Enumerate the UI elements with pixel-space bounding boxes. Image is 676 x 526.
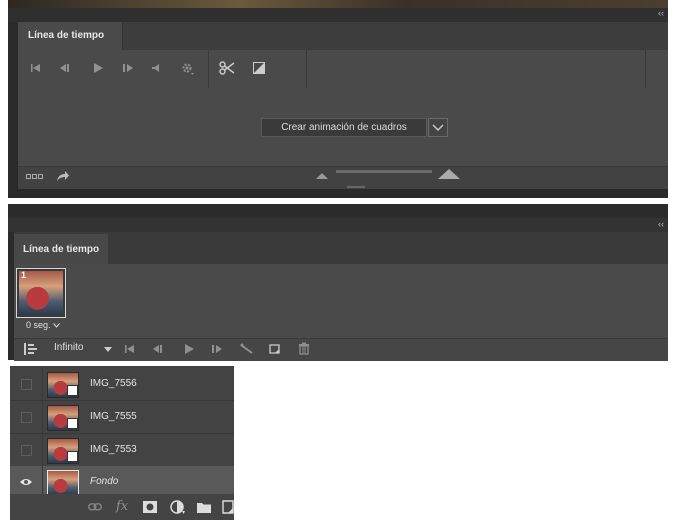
tab-label: Línea de tiempo xyxy=(23,244,100,255)
tween-icon[interactable] xyxy=(240,343,254,355)
visibility-toggle[interactable] xyxy=(10,401,43,433)
adjustment-icon[interactable] xyxy=(170,500,185,515)
tab-strip xyxy=(14,232,668,264)
first-frame-icon[interactable] xyxy=(124,344,136,354)
create-animation-dropdown[interactable] xyxy=(428,118,448,137)
prev-frame-icon[interactable] xyxy=(152,344,164,354)
trash-icon[interactable] xyxy=(298,342,310,355)
folder-icon[interactable] xyxy=(197,501,211,513)
timeline-panel-frames: ‹‹ Línea de tiempo 1 0 seg. Infinito xyxy=(8,204,668,361)
timeline-panel-empty: ‹‹ Línea de tiempo Crear animación de cu… xyxy=(8,0,668,198)
frame-number: 1 xyxy=(21,270,27,280)
frames-area xyxy=(14,264,668,338)
fx-icon[interactable]: fx xyxy=(116,499,128,514)
play-icon[interactable] xyxy=(92,62,104,74)
zoom-out-icon[interactable] xyxy=(316,173,328,180)
toolbar-divider xyxy=(306,50,307,88)
tab-timeline[interactable]: Línea de tiempo xyxy=(14,234,108,264)
prev-frame-icon[interactable] xyxy=(59,63,71,73)
transition-icon[interactable] xyxy=(253,62,265,74)
smart-object-icon xyxy=(67,385,78,396)
visibility-toggle[interactable] xyxy=(10,368,43,400)
play-icon[interactable] xyxy=(183,343,195,355)
zoom-slider[interactable] xyxy=(336,170,432,173)
settings-icon[interactable] xyxy=(181,62,195,76)
collapse-panel-button[interactable]: ‹‹ xyxy=(658,219,664,229)
toolbar-divider xyxy=(208,50,209,88)
layer-thumbnail xyxy=(47,470,79,496)
frame-options-icon[interactable] xyxy=(24,343,38,355)
collapse-panel-button[interactable]: ‹‹ xyxy=(658,8,664,18)
timeline-toolbar xyxy=(18,50,668,89)
scissors-icon[interactable] xyxy=(219,61,235,75)
frame-delay-select[interactable]: 0 seg. xyxy=(26,320,60,330)
scroll-grip xyxy=(347,186,365,188)
toolbar-divider xyxy=(645,50,646,88)
layer-row[interactable]: IMG_7556 xyxy=(10,368,234,401)
first-frame-icon[interactable] xyxy=(30,63,42,73)
layer-row[interactable]: IMG_7553 xyxy=(10,434,234,467)
layer-name[interactable]: IMG_7553 xyxy=(90,444,137,455)
link-icon[interactable] xyxy=(88,503,102,511)
eye-icon[interactable] xyxy=(19,477,33,487)
tab-label: Línea de tiempo xyxy=(28,30,105,41)
convert-icon[interactable] xyxy=(26,173,44,181)
next-frame-icon[interactable] xyxy=(211,344,223,354)
next-frame-icon[interactable] xyxy=(122,63,134,73)
layer-name[interactable]: IMG_7555 xyxy=(90,411,137,422)
smart-object-icon xyxy=(67,451,78,462)
create-frame-animation-button[interactable]: Crear animación de cuadros xyxy=(261,118,427,137)
panel-top-bar: ‹‹ xyxy=(8,218,668,232)
smart-object-icon xyxy=(67,418,78,429)
layer-name[interactable]: Fondo xyxy=(90,476,118,487)
tab-timeline[interactable]: Línea de tiempo xyxy=(18,22,123,50)
mask-icon[interactable] xyxy=(143,501,157,513)
frames-footer xyxy=(14,338,668,361)
layer-name[interactable]: IMG_7556 xyxy=(90,378,137,389)
layer-row[interactable]: IMG_7555 xyxy=(10,401,234,434)
visibility-toggle[interactable] xyxy=(10,434,43,466)
duplicate-frame-icon[interactable] xyxy=(269,343,281,355)
zoom-in-icon[interactable] xyxy=(438,169,460,180)
loop-options-select[interactable]: Infinito xyxy=(54,342,83,353)
chevron-down-icon[interactable] xyxy=(104,347,112,352)
new-layer-icon[interactable] xyxy=(222,500,234,514)
panel-top-bar: ‹‹ xyxy=(8,8,668,22)
layers-footer-toolbar: fx xyxy=(10,494,234,520)
audio-icon[interactable] xyxy=(151,63,161,73)
share-icon[interactable] xyxy=(56,170,70,182)
